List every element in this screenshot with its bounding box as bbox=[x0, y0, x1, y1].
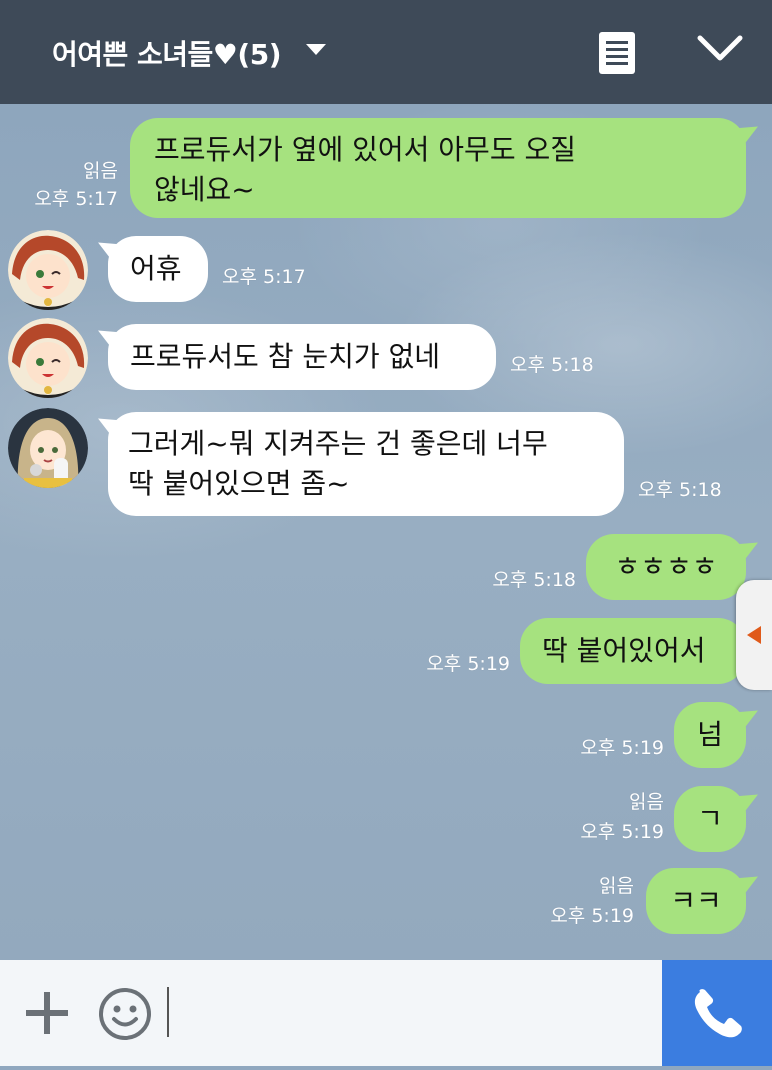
text-input-cursor[interactable] bbox=[167, 987, 169, 1037]
message-time: 오후 5:18 bbox=[492, 569, 576, 591]
read-receipt: 읽음 bbox=[629, 791, 664, 813]
message-bubble-mine[interactable]: ㅋㅋ bbox=[646, 868, 746, 934]
smiley-icon[interactable] bbox=[97, 986, 153, 1042]
plus-icon[interactable] bbox=[24, 990, 70, 1036]
avatar[interactable] bbox=[8, 230, 88, 310]
message-bubble-mine[interactable]: 딱 붙어있어서 bbox=[520, 618, 746, 684]
message-time: 오후 5:17 bbox=[34, 188, 118, 210]
message-bubble-other[interactable]: 프로듀서도 참 눈치가 없네 bbox=[108, 324, 496, 390]
phone-icon bbox=[694, 989, 742, 1038]
message-time: 오후 5:18 bbox=[510, 354, 594, 376]
triangle-left-icon bbox=[747, 626, 761, 644]
read-receipt: 읽음 bbox=[83, 160, 118, 182]
message-bubble-other[interactable]: 그러게~뭐 지켜주는 건 좋은데 너무 딱 붙어있으면 좀~ bbox=[108, 412, 624, 516]
message-bubble-mine[interactable]: ㄱ bbox=[674, 786, 746, 852]
chat-title[interactable]: 어여쁜 소녀들♥(5) bbox=[52, 33, 282, 73]
message-time: 오후 5:19 bbox=[580, 737, 664, 759]
message-time: 오후 5:17 bbox=[222, 266, 306, 288]
read-receipt: 읽음 bbox=[599, 875, 634, 897]
call-button[interactable] bbox=[662, 960, 772, 1066]
title-dropdown-icon[interactable] bbox=[306, 44, 326, 55]
message-bubble-mine[interactable]: 넘 bbox=[674, 702, 746, 768]
message-bubble-other[interactable]: 어휴 bbox=[108, 236, 208, 302]
message-time: 오후 5:19 bbox=[550, 905, 634, 927]
message-bubble-mine[interactable]: ㅎㅎㅎㅎ bbox=[586, 534, 746, 600]
avatar[interactable] bbox=[8, 408, 88, 488]
message-time: 오후 5:19 bbox=[580, 821, 664, 843]
side-panel-handle[interactable] bbox=[736, 580, 772, 690]
chevron-down-icon[interactable] bbox=[696, 34, 744, 64]
message-bubble-mine[interactable]: 프로듀서가 옆에 있어서 아무도 오질 않네요~ bbox=[130, 118, 746, 218]
message-time: 오후 5:19 bbox=[426, 653, 510, 675]
message-time: 오후 5:18 bbox=[638, 479, 722, 501]
chat-header: 어여쁜 소녀들♥(5) bbox=[0, 0, 772, 104]
avatar[interactable] bbox=[8, 318, 88, 398]
list-icon[interactable] bbox=[599, 32, 635, 74]
